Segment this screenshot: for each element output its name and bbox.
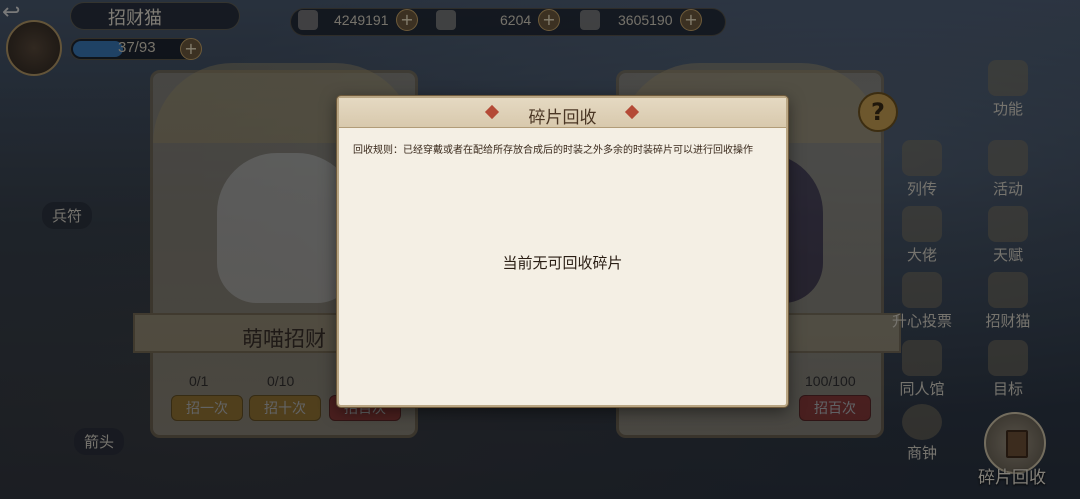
fragment-recycle-dialog: 碎片回收 回收规则：已经穿戴或者在配给所存放合成后的时装之外多余的时装碎片可以进…	[337, 96, 788, 407]
dialog-header: 碎片回收	[339, 98, 786, 128]
empty-state-message: 当前无可回收碎片	[502, 254, 623, 272]
dialog-title: 碎片回收	[528, 108, 597, 128]
recycle-rule-text: 回收规则：已经穿戴或者在配给所存放合成后的时装之外多余的时装碎片可以进行回收操作	[353, 145, 753, 156]
